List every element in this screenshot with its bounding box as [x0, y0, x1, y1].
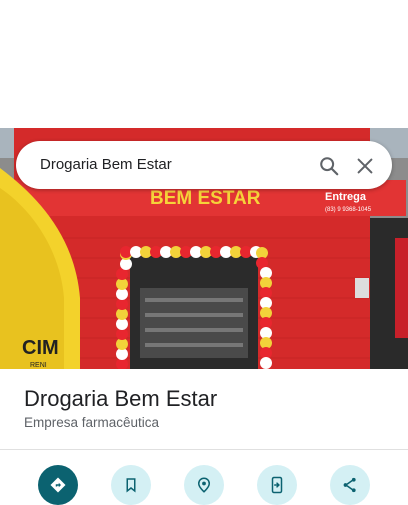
- search-input[interactable]: Drogaria Bem Estar: [40, 156, 172, 173]
- place-category: Empresa farmacêutica: [24, 415, 160, 430]
- directions-button[interactable]: [38, 465, 78, 505]
- send-to-phone-icon: [271, 476, 283, 494]
- nearby-button[interactable]: [184, 465, 224, 505]
- nearby-icon: [197, 477, 211, 493]
- search-bar[interactable]: Drogaria Bem Estar: [16, 141, 392, 189]
- directions-icon: [50, 477, 66, 493]
- send-to-phone-button[interactable]: [257, 465, 297, 505]
- sign-delivery: Entrega: [325, 191, 367, 203]
- side-banner-sub: RENI: [30, 362, 47, 369]
- save-button[interactable]: [111, 465, 151, 505]
- share-icon: [343, 477, 356, 493]
- bookmark-icon: [126, 478, 136, 493]
- share-button[interactable]: [330, 465, 370, 505]
- sign-phone: (83) 9 9368-1045: [325, 207, 372, 213]
- divider: [0, 449, 408, 450]
- close-icon[interactable]: [354, 155, 376, 177]
- search-icon[interactable]: [318, 155, 340, 177]
- side-banner-text: CIM: [22, 337, 59, 359]
- place-name: Drogaria Bem Estar: [24, 386, 218, 411]
- sign-name: BEM ESTAR: [150, 188, 261, 209]
